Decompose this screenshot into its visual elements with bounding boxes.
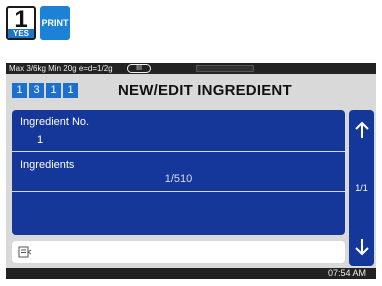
status-bar: Max 3/6kg Min 20g e=d=1/2g III <box>6 63 376 74</box>
print-key-label: PRINT <box>41 18 69 28</box>
menu-path-digit: 1 <box>46 83 61 98</box>
menu-path-digit: 1 <box>12 83 27 98</box>
scale-capacity-info: Max 3/6kg Min 20g e=d=1/2g <box>9 64 113 73</box>
footer-bar: 07:54 AM <box>6 268 376 279</box>
title-bar: 1 3 1 1 NEW/EDIT INGREDIENT <box>6 75 376 106</box>
menu-path-breadcrumb: 1 3 1 1 <box>12 83 78 98</box>
ingredients-field[interactable]: Ingredients 1/510 <box>12 153 345 192</box>
status-segment <box>196 65 254 72</box>
ingredient-no-value: 1 <box>37 134 44 146</box>
page-indicator-text: 1/1 <box>355 183 368 193</box>
ingredient-no-field[interactable]: Ingredient No. 1 <box>12 110 345 152</box>
print-key-icon[interactable]: PRINT <box>40 6 70 40</box>
ingredient-no-label: Ingredient No. <box>20 116 90 128</box>
yes-key-icon[interactable]: 1 YES <box>6 6 36 40</box>
page-title: NEW/EDIT INGREDIENT <box>118 82 292 99</box>
arrow-down-icon <box>354 238 369 255</box>
ingredients-value: 1/510 <box>164 173 193 185</box>
ingredients-label: Ingredients <box>20 159 75 171</box>
page-indicator: 1/1 <box>349 149 374 227</box>
yes-key-label: YES <box>8 29 34 38</box>
scroll-up-button[interactable] <box>349 110 374 149</box>
clock: 07:54 AM <box>327 268 366 278</box>
keyboard-input-icon <box>18 246 32 258</box>
form-panel: Ingredient No. 1 Ingredients 1/510 <box>12 110 345 235</box>
input-line[interactable] <box>12 241 345 263</box>
accuracy-class-badge: III <box>127 64 151 73</box>
arrow-up-icon <box>354 121 369 138</box>
scroll-down-button[interactable] <box>349 227 374 266</box>
menu-path-digit: 3 <box>29 83 44 98</box>
scale-screen: Max 3/6kg Min 20g e=d=1/2g III 1 3 1 1 N… <box>6 63 376 279</box>
menu-path-digit: 1 <box>63 83 78 98</box>
